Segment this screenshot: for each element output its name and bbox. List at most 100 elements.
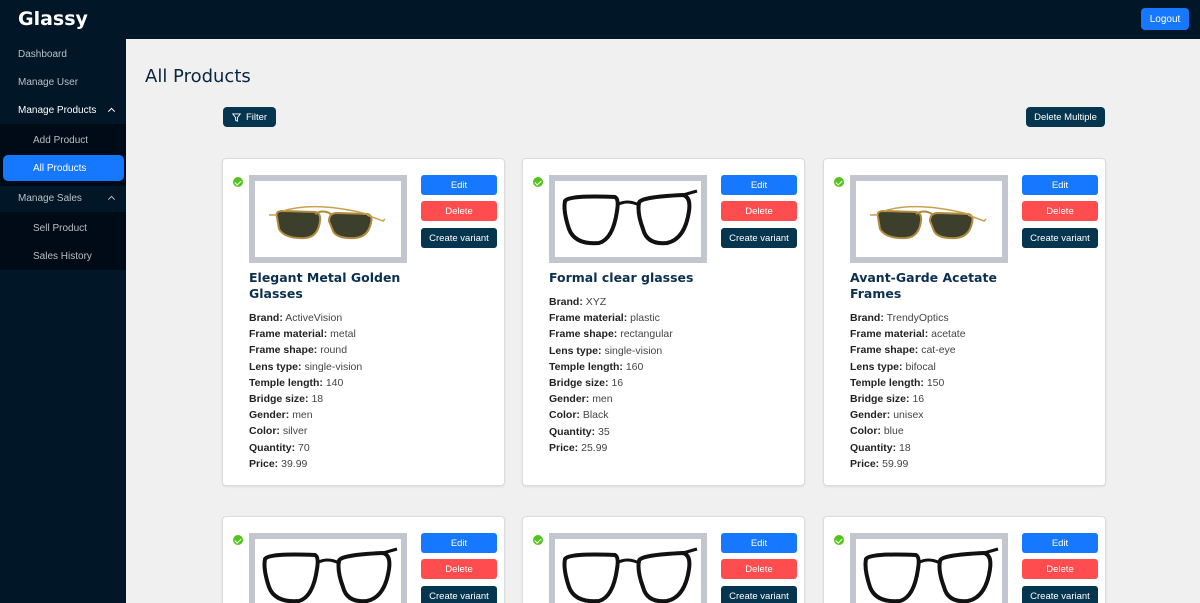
attr-label: Quantity: bbox=[850, 441, 897, 454]
product-attributes: Brand: TrendyOptics Frame material: aceta… bbox=[850, 310, 966, 472]
attr-value: silver bbox=[282, 425, 308, 438]
product-card: Edit Delete Create variant Formal clear gla… bbox=[522, 158, 805, 486]
attr-color: Color: silver bbox=[249, 423, 362, 439]
delete-button[interactable]: Delete bbox=[1022, 201, 1098, 221]
attr-label: Price: bbox=[249, 457, 279, 470]
attr-value: XYZ bbox=[585, 296, 607, 308]
attr-label: Frame material: bbox=[549, 312, 628, 325]
attr-label: Color: bbox=[850, 425, 881, 438]
black-eyeglasses-image bbox=[562, 547, 698, 603]
delete-button[interactable]: Delete bbox=[421, 201, 497, 221]
attr-quantity: Quantity: 35 bbox=[549, 424, 673, 440]
filter-icon bbox=[231, 112, 241, 122]
product-card: Edit Delete Create variant bbox=[823, 516, 1106, 603]
attr-label: Gender: bbox=[549, 393, 590, 406]
attr-temple-length: Temple length: 150 bbox=[850, 375, 966, 391]
attr-value: Black bbox=[582, 409, 609, 422]
attr-value: 35 bbox=[598, 425, 610, 438]
attr-value: 16 bbox=[912, 392, 925, 405]
sidebar-item-sales-history[interactable]: Sales History bbox=[3, 243, 124, 269]
create-variant-button[interactable]: Create variant bbox=[421, 228, 497, 248]
golden-sunglasses-image bbox=[870, 205, 987, 240]
delete-button[interactable]: Delete bbox=[721, 201, 797, 221]
attr-label: Gender: bbox=[850, 409, 891, 422]
edit-button[interactable]: Edit bbox=[1022, 533, 1098, 553]
attr-value: bifocal bbox=[905, 360, 936, 373]
top-bar: Glassy Logout bbox=[0, 0, 1200, 39]
attr-value: metal bbox=[330, 328, 356, 341]
create-variant-button[interactable]: Create variant bbox=[1022, 586, 1098, 603]
attr-brand: Brand: TrendyOptics bbox=[850, 310, 966, 326]
create-variant-button[interactable]: Create variant bbox=[421, 586, 497, 603]
chevron-up-icon bbox=[107, 195, 116, 203]
create-variant-button[interactable]: Create variant bbox=[721, 228, 797, 248]
chevron-up-icon bbox=[107, 107, 116, 115]
attr-label: Lens type: bbox=[549, 344, 602, 357]
attr-color: Color: blue bbox=[850, 423, 966, 439]
attr-value: TrendyOptics bbox=[886, 312, 949, 324]
filter-button-label: Filter bbox=[245, 111, 268, 123]
product-image bbox=[850, 175, 1008, 263]
edit-button[interactable]: Edit bbox=[421, 533, 497, 553]
attr-label: Bridge size: bbox=[850, 392, 910, 405]
attr-value: 140 bbox=[325, 376, 344, 389]
attr-value: men bbox=[292, 409, 313, 422]
attr-lens-type: Lens type: bifocal bbox=[850, 359, 966, 375]
attr-color: Color: Black bbox=[549, 407, 673, 423]
attr-value: men bbox=[592, 393, 613, 406]
check-circle-icon bbox=[834, 535, 844, 545]
attr-value: 25.99 bbox=[581, 441, 608, 454]
sidebar-item-all-products[interactable]: All Products bbox=[3, 155, 124, 181]
attr-label: Bridge size: bbox=[249, 392, 309, 405]
filter-button[interactable]: Filter bbox=[223, 107, 276, 127]
delete-button[interactable]: Delete bbox=[1022, 559, 1098, 579]
create-variant-button[interactable]: Create variant bbox=[721, 586, 797, 603]
attr-frame-shape: Frame shape: round bbox=[249, 342, 362, 358]
attr-label: Frame material: bbox=[249, 328, 328, 341]
sidebar-item-label: Manage Sales bbox=[18, 192, 82, 204]
sidebar-item-manage-products[interactable]: Manage Products bbox=[0, 96, 126, 124]
product-image bbox=[850, 533, 1008, 603]
create-variant-button[interactable]: Create variant bbox=[1022, 228, 1098, 248]
sidebar-item-manage-sales[interactable]: Manage Sales bbox=[0, 184, 126, 212]
check-circle-icon bbox=[233, 535, 243, 545]
attr-label: Frame shape: bbox=[549, 328, 618, 341]
check-circle-icon bbox=[233, 177, 243, 187]
attr-value: 16 bbox=[611, 376, 624, 389]
attr-value: 39.99 bbox=[281, 457, 308, 470]
attr-price: Price: 39.99 bbox=[249, 456, 362, 472]
attr-frame-material: Frame material: acetate bbox=[850, 326, 966, 342]
edit-button[interactable]: Edit bbox=[721, 175, 797, 195]
attr-lens-type: Lens type: single-vision bbox=[249, 359, 362, 375]
sidebar: Dashboard Manage User Manage Products Ad… bbox=[0, 39, 126, 603]
attr-quantity: Quantity: 18 bbox=[850, 440, 966, 456]
logout-button[interactable]: Logout bbox=[1141, 8, 1189, 30]
delete-button[interactable]: Delete bbox=[421, 559, 497, 579]
edit-button[interactable]: Edit bbox=[421, 175, 497, 195]
attr-label: Frame shape: bbox=[249, 344, 318, 357]
sidebar-item-sell-product[interactable]: Sell Product bbox=[3, 215, 124, 241]
sidebar-item-manage-user[interactable]: Manage User bbox=[0, 68, 126, 96]
product-card: Edit Delete Create variant bbox=[522, 516, 805, 603]
attr-frame-shape: Frame shape: cat-eye bbox=[850, 342, 966, 358]
product-image bbox=[249, 175, 407, 263]
attr-value: single-vision bbox=[304, 360, 363, 373]
product-card: Edit Delete Create variant bbox=[222, 516, 505, 603]
delete-multiple-button[interactable]: Delete Multiple bbox=[1026, 107, 1105, 127]
edit-button[interactable]: Edit bbox=[1022, 175, 1098, 195]
attr-label: Gender: bbox=[249, 409, 290, 422]
attr-value: ActiveVision bbox=[285, 312, 343, 324]
product-image bbox=[549, 175, 707, 263]
attr-value: 59.99 bbox=[882, 457, 909, 470]
sidebar-item-add-product[interactable]: Add Product bbox=[3, 127, 124, 153]
attr-value: blue bbox=[883, 425, 904, 438]
delete-button[interactable]: Delete bbox=[721, 559, 797, 579]
sidebar-item-dashboard[interactable]: Dashboard bbox=[0, 40, 126, 68]
attr-value: 150 bbox=[926, 376, 945, 389]
product-card: Edit Delete Create variant Avant-Garde Acet… bbox=[823, 158, 1106, 486]
edit-button[interactable]: Edit bbox=[721, 533, 797, 553]
black-eyeglasses-image bbox=[863, 547, 999, 603]
attr-frame-shape: Frame shape: rectangular bbox=[549, 326, 673, 342]
attr-value: 160 bbox=[625, 360, 644, 373]
black-eyeglasses-image bbox=[562, 189, 698, 246]
